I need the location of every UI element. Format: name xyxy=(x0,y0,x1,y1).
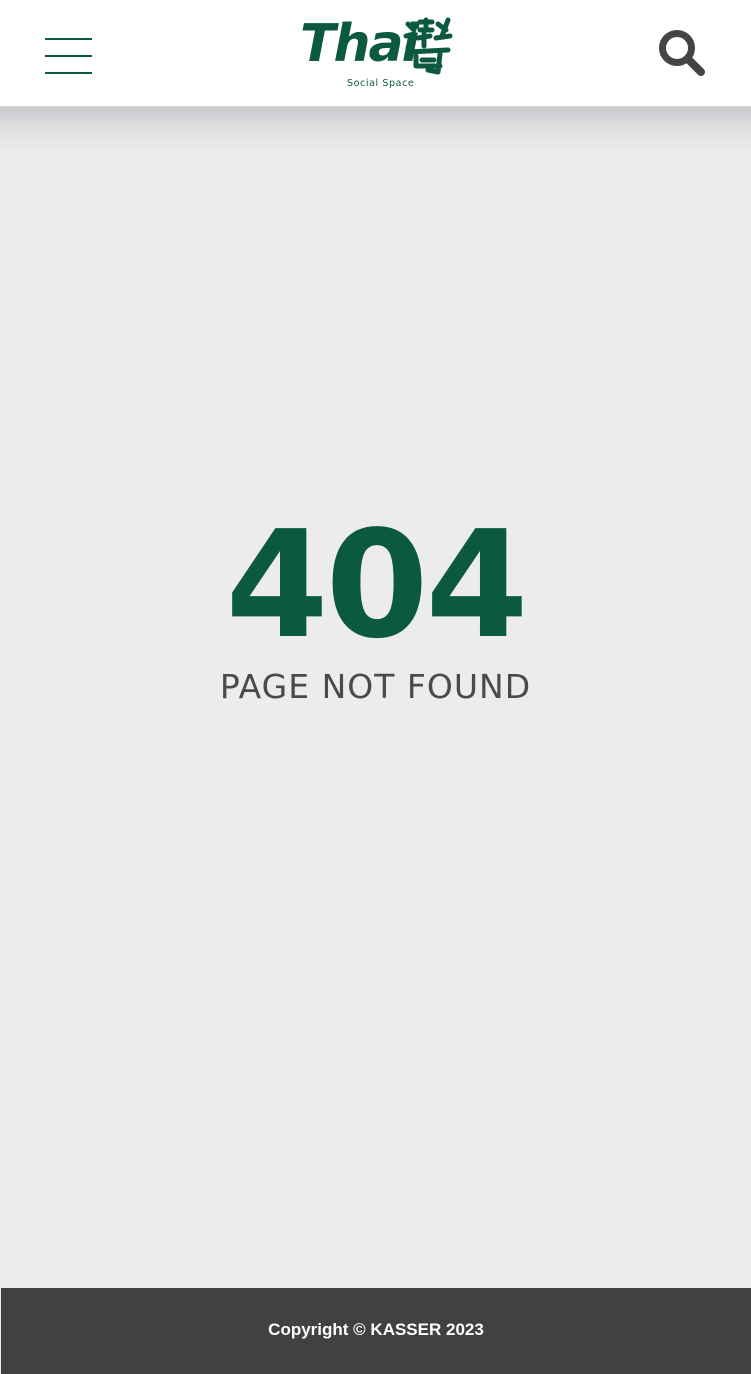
error-message: PAGE NOT FOUND xyxy=(219,667,532,706)
logo-glyph-mark xyxy=(403,17,453,75)
error-code: 404 xyxy=(225,499,529,671)
menu-line xyxy=(45,55,92,57)
menu-line xyxy=(45,38,92,40)
header-shadow xyxy=(0,107,751,152)
site-logo[interactable]: Thai Social Space xyxy=(298,12,454,94)
site-footer: Copyright © KASSER 2023 xyxy=(1,1288,751,1374)
logo-wordmark: Thai xyxy=(300,14,419,74)
search-icon[interactable] xyxy=(657,29,707,77)
hamburger-menu-icon[interactable] xyxy=(45,38,92,76)
logo-tagline: Social Space xyxy=(347,78,415,89)
site-header: Thai Social Space xyxy=(0,0,751,107)
menu-line xyxy=(45,72,92,74)
copyright-text: Copyright © KASSER 2023 xyxy=(268,1320,484,1339)
